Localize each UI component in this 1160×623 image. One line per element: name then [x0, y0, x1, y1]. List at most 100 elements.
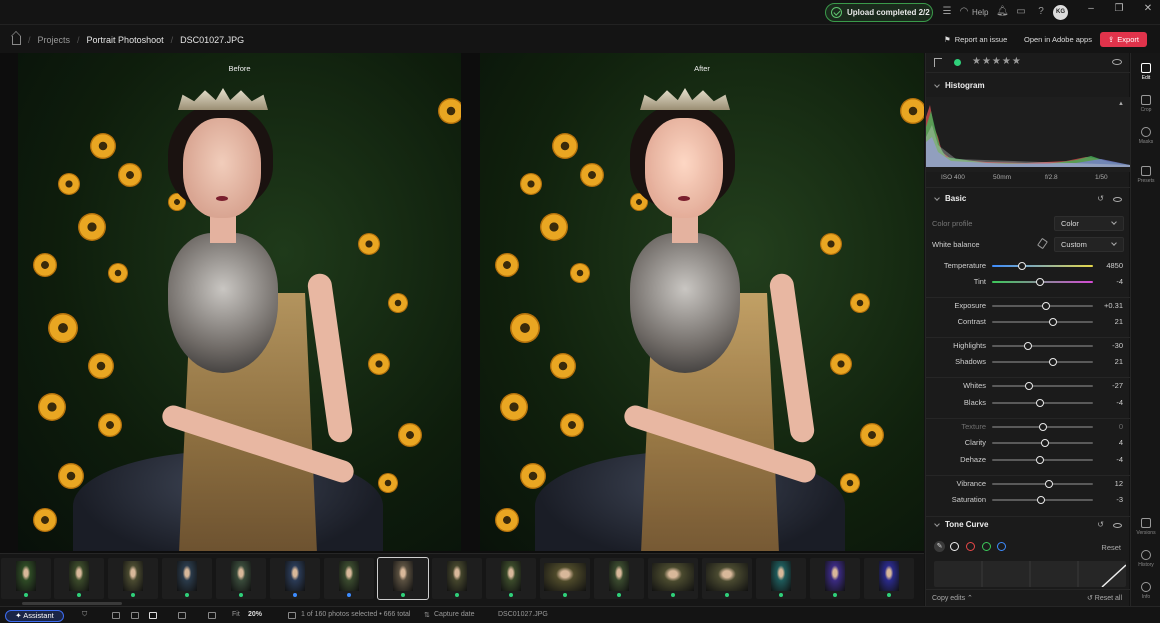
rail-versions[interactable]: Versions	[1131, 518, 1160, 536]
eye-icon[interactable]	[1113, 523, 1122, 528]
filmstrip-thumbnail[interactable]	[756, 558, 806, 599]
slider-value-texture[interactable]: 0	[1095, 422, 1123, 431]
slider-tint[interactable]	[992, 278, 1093, 286]
slider-handle[interactable]	[1040, 439, 1049, 447]
copy-edits-button[interactable]: Copy edits ⌃	[932, 594, 973, 602]
home-icon[interactable]	[12, 36, 21, 45]
rail-crop[interactable]: Crop	[1131, 95, 1160, 113]
filmstrip-thumbnail[interactable]	[810, 558, 860, 599]
filmstrip-thumbnail[interactable]	[702, 558, 752, 599]
reset-all-button[interactable]: ↺ Reset all	[1087, 594, 1122, 602]
filmstrip-thumbnail[interactable]	[270, 558, 320, 599]
filmstrip-scrollbar[interactable]	[22, 602, 122, 605]
slider-contrast[interactable]	[992, 318, 1093, 326]
slider-handle[interactable]	[1018, 262, 1027, 270]
question-circle-icon[interactable]: ?	[1035, 6, 1047, 18]
photo-canvas[interactable]: Before After	[0, 53, 924, 553]
slider-value-whites[interactable]: -27	[1095, 381, 1123, 390]
slider-value-saturation[interactable]: -3	[1095, 495, 1123, 504]
sort-label[interactable]: Capture date	[434, 611, 474, 618]
zoom-level[interactable]: 20%	[248, 611, 262, 618]
filmstrip-thumbnail[interactable]	[324, 558, 374, 599]
filmstrip-thumbnail[interactable]	[377, 557, 429, 600]
filmstrip-thumbnail[interactable]	[1, 558, 51, 599]
rail-masks[interactable]: Masks	[1131, 127, 1160, 145]
slider-handle[interactable]	[1048, 318, 1057, 326]
rail-info[interactable]: Info	[1131, 582, 1160, 600]
slider-exposure[interactable]	[992, 302, 1093, 310]
slider-value-contrast[interactable]: 21	[1095, 317, 1123, 326]
slider-handle[interactable]	[1024, 342, 1033, 350]
filmstrip-thumbnail[interactable]	[108, 558, 158, 599]
slider-handle[interactable]	[1036, 399, 1045, 407]
slider-clarity[interactable]	[992, 439, 1093, 447]
rail-edit[interactable]: Edit	[1131, 63, 1160, 81]
slider-value-exposure[interactable]: +0.31	[1095, 301, 1123, 310]
breadcrumb-project[interactable]: Portrait Photoshoot	[87, 35, 164, 45]
compare-view-icon[interactable]	[131, 612, 139, 619]
eye-icon[interactable]	[1113, 197, 1122, 202]
headset-icon[interactable]: ◠	[958, 6, 970, 18]
slider-handle[interactable]	[1048, 358, 1057, 366]
slider-value-temperature[interactable]: 4850	[1095, 261, 1123, 270]
slider-value-clarity[interactable]: 4	[1095, 438, 1123, 447]
slider-value-dehaze[interactable]: -4	[1095, 455, 1123, 464]
upload-status-badge[interactable]: Upload completed 2/2	[825, 3, 933, 22]
grid-view-icon[interactable]	[112, 612, 120, 619]
slider-whites[interactable]	[992, 382, 1093, 390]
reset-icon[interactable]: ↺	[1097, 516, 1104, 534]
filmstrip[interactable]	[0, 553, 924, 606]
close-icon[interactable]: ✕	[1141, 2, 1155, 16]
keyboard-icon[interactable]: ▭	[1015, 6, 1027, 18]
slider-vibrance[interactable]	[992, 480, 1093, 488]
maximize-icon[interactable]: ❐	[1112, 2, 1126, 16]
slider-handle[interactable]	[1044, 480, 1053, 488]
sort-icon[interactable]: ⇅	[424, 611, 430, 619]
after-photo[interactable]: After	[480, 53, 924, 551]
basic-header[interactable]: Basic ↺	[926, 190, 1130, 208]
reject-flag-icon[interactable]	[934, 58, 942, 67]
menu-circle-icon[interactable]: ☰	[941, 6, 953, 18]
filmstrip-thumbnail[interactable]	[54, 558, 104, 599]
help-link[interactable]: Help	[972, 8, 988, 17]
eyedropper-icon[interactable]	[1037, 237, 1048, 250]
slider-value-highlights[interactable]: -30	[1095, 341, 1123, 350]
comment-icon[interactable]	[208, 612, 216, 619]
filmstrip-thumbnail[interactable]	[162, 558, 212, 599]
point-curve-icon[interactable]: ✎	[934, 541, 945, 552]
star-rating[interactable]: ★★★★★	[972, 56, 1022, 67]
curve-channel-blue[interactable]	[997, 542, 1006, 551]
curve-channel-rgb[interactable]	[950, 542, 959, 551]
before-photo[interactable]: Before	[18, 53, 461, 551]
histogram-header[interactable]: Histogram	[926, 77, 1130, 95]
export-button[interactable]: ⇪ Export	[1100, 32, 1147, 47]
white-balance-select[interactable]: Custom	[1054, 237, 1124, 252]
breadcrumb-projects[interactable]: Projects	[38, 35, 71, 45]
filmstrip-thumbnail[interactable]	[216, 558, 266, 599]
slider-value-vibrance[interactable]: 12	[1095, 479, 1123, 488]
slider-dehaze[interactable]	[992, 456, 1093, 464]
open-in-adobe-button[interactable]: Open in Adobe apps	[1024, 35, 1092, 44]
slider-shadows[interactable]	[992, 358, 1093, 366]
slider-temperature[interactable]	[992, 262, 1093, 270]
reset-icon[interactable]: ↺	[1097, 190, 1104, 208]
eye-icon[interactable]	[1112, 59, 1122, 65]
tone-curve-graph[interactable]	[934, 561, 1126, 587]
slider-handle[interactable]	[1025, 382, 1034, 390]
slider-handle[interactable]	[1038, 423, 1047, 431]
slider-value-blacks[interactable]: -4	[1095, 398, 1123, 407]
slider-handle[interactable]	[1036, 456, 1045, 464]
single-view-icon[interactable]	[149, 612, 157, 619]
color-label-dot[interactable]	[954, 59, 961, 66]
tone-curve-header[interactable]: Tone Curve ↺	[926, 516, 1130, 534]
assistant-button[interactable]: ✦ Assistant	[5, 610, 64, 622]
slider-saturation[interactable]	[992, 496, 1093, 504]
filmstrip-thumbnail[interactable]	[540, 558, 590, 599]
slider-blacks[interactable]	[992, 399, 1093, 407]
slider-value-tint[interactable]: -4	[1095, 277, 1123, 286]
filmstrip-thumbnail[interactable]	[486, 558, 536, 599]
rail-history[interactable]: History	[1131, 550, 1160, 568]
slider-handle[interactable]	[1037, 496, 1046, 504]
rail-presets[interactable]: Presets	[1131, 166, 1160, 184]
bell-icon[interactable]: 🔔︎	[996, 6, 1009, 18]
